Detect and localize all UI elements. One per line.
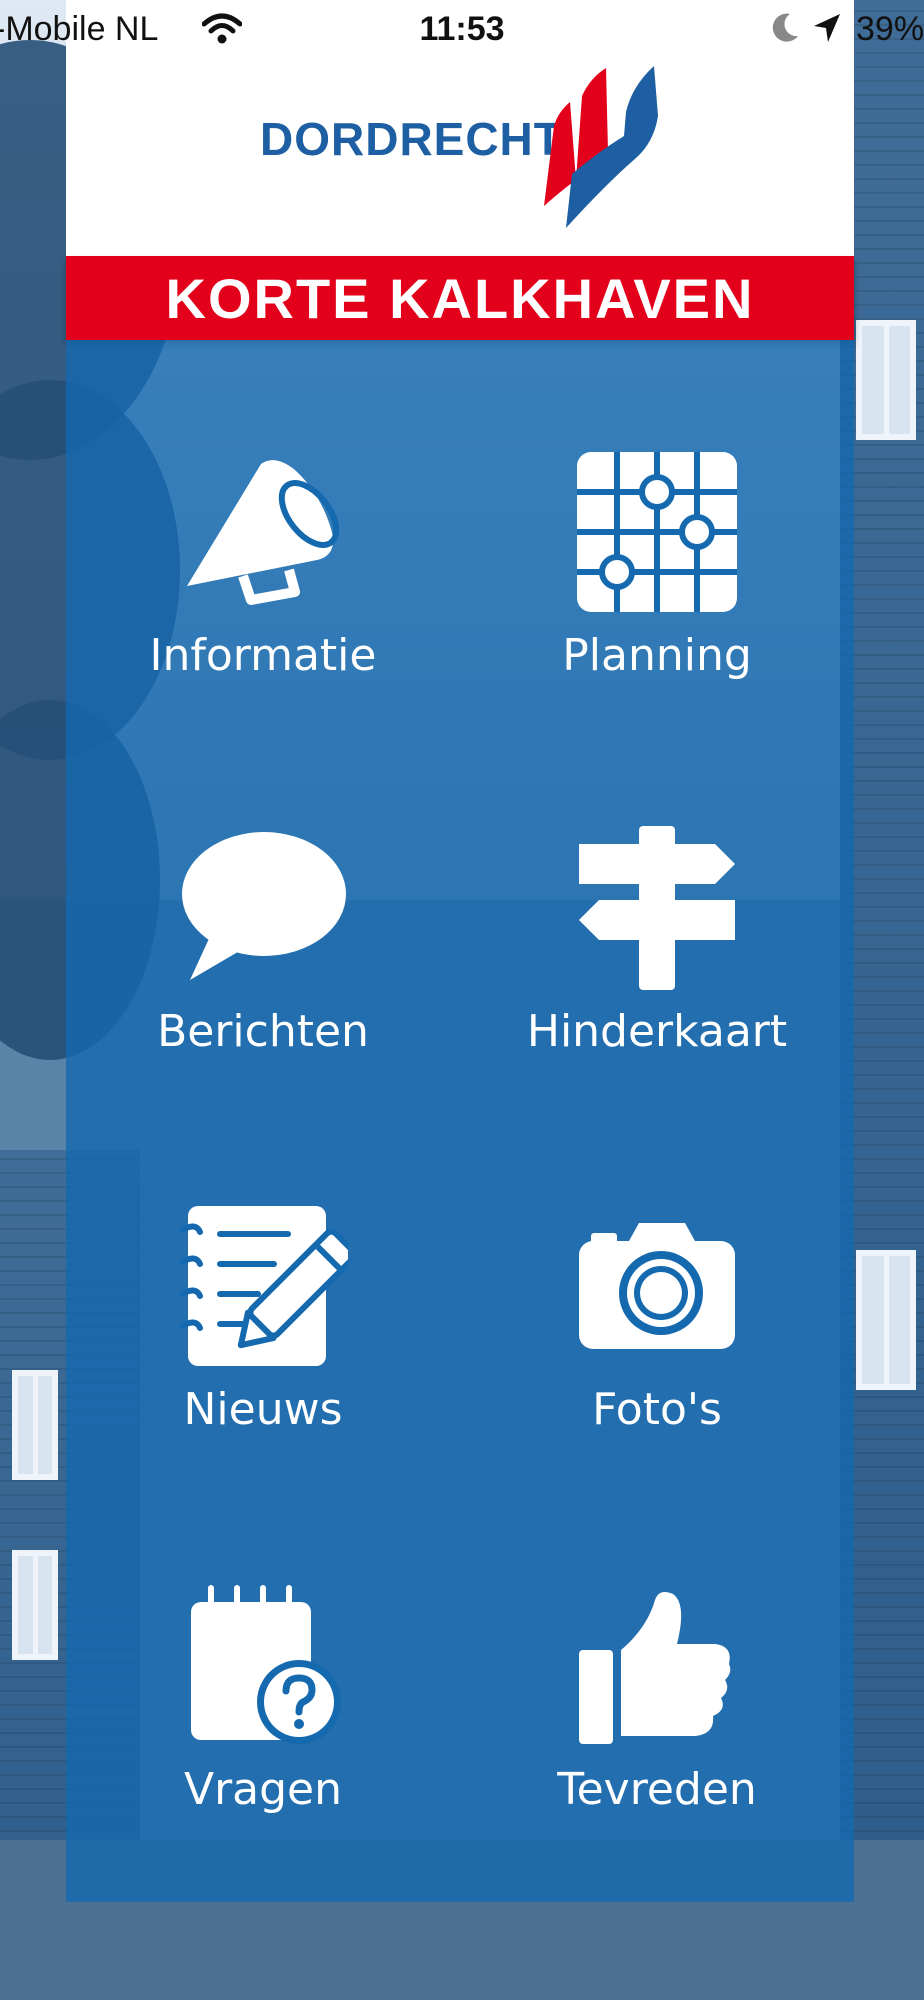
menu-item-berichten[interactable]: Berichten bbox=[66, 818, 460, 1178]
speech-bubble-icon bbox=[66, 818, 460, 998]
planning-grid-icon bbox=[460, 442, 854, 622]
menu-item-vragen[interactable]: Vragen bbox=[66, 1576, 460, 1936]
battery-percentage: 39% bbox=[856, 10, 924, 48]
menu-item-label: Nieuws bbox=[183, 1384, 343, 1435]
location-arrow-icon bbox=[812, 12, 842, 49]
megaphone-icon bbox=[66, 442, 460, 622]
menu-item-tevreden[interactable]: Tevreden bbox=[460, 1576, 854, 1936]
dordrecht-logo-text: DORDRECHT bbox=[260, 113, 563, 165]
question-notepad-icon bbox=[66, 1576, 460, 1756]
dordrecht-logo-icon bbox=[536, 56, 666, 235]
project-title: KORTE KALKHAVEN bbox=[165, 266, 755, 330]
menu-item-nieuws[interactable]: Nieuws bbox=[66, 1196, 460, 1556]
menu-item-label: Hinderkaart bbox=[526, 1006, 788, 1057]
camera-icon bbox=[460, 1196, 854, 1376]
menu-item-label: Planning bbox=[562, 630, 752, 681]
menu-item-label: Foto's bbox=[592, 1384, 722, 1435]
menu-item-label: Informatie bbox=[149, 630, 377, 681]
menu-item-hinderkaart[interactable]: Hinderkaart bbox=[460, 818, 854, 1178]
menu-item-planning[interactable]: Planning bbox=[460, 442, 854, 802]
signpost-icon bbox=[460, 818, 854, 998]
menu-item-label: Vragen bbox=[183, 1764, 343, 1815]
menu-grid: Informatie Planning Berichten Hinderkaar… bbox=[66, 340, 854, 1902]
menu-item-informatie[interactable]: Informatie bbox=[66, 442, 460, 802]
status-bar: -Mobile NL 11:53 39% bbox=[0, 0, 924, 60]
menu-item-label: Berichten bbox=[157, 1006, 369, 1057]
thumbs-up-icon bbox=[460, 1576, 854, 1756]
menu-item-fotos[interactable]: Foto's bbox=[460, 1196, 854, 1556]
menu-item-label: Tevreden bbox=[557, 1764, 757, 1815]
notepad-pencil-icon bbox=[66, 1196, 460, 1376]
project-title-banner: KORTE KALKHAVEN bbox=[66, 256, 854, 340]
do-not-disturb-icon bbox=[770, 12, 800, 49]
app-panel: DORDRECHT KORTE KALKHAVEN Informatie Pla… bbox=[66, 0, 854, 1902]
